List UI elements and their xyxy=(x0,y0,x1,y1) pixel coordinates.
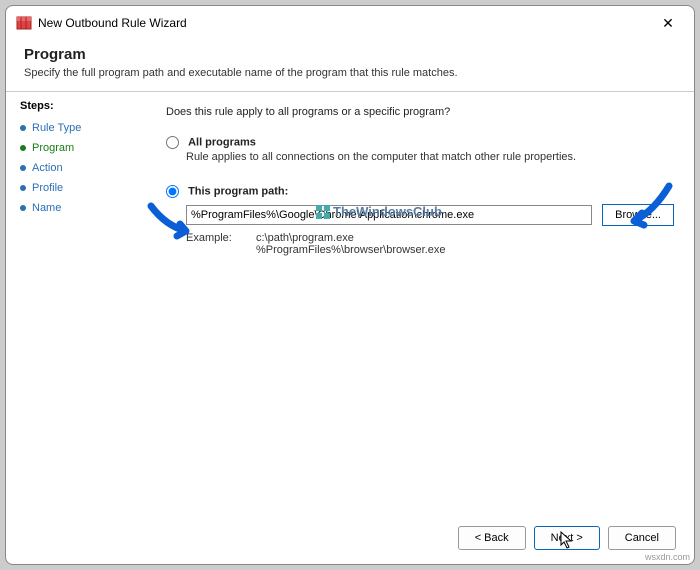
option-all-programs[interactable]: All programs xyxy=(166,136,674,149)
steps-list: Rule Type Program Action Profile Name xyxy=(20,118,142,218)
wizard-window: New Outbound Rule Wizard ✕ Program Speci… xyxy=(5,5,695,565)
example-values: c:\path\program.exe %ProgramFiles%\brows… xyxy=(256,232,446,256)
titlebar: New Outbound Rule Wizard ✕ xyxy=(6,6,694,40)
step-name[interactable]: Name xyxy=(20,198,142,218)
annotation-arrow-right xyxy=(614,181,674,236)
back-button[interactable]: < Back xyxy=(458,526,526,550)
steps-heading: Steps: xyxy=(20,100,142,112)
page-title: Program xyxy=(24,46,676,63)
body: Steps: Rule Type Program Action Profile … xyxy=(6,92,694,516)
question-text: Does this rule apply to all programs or … xyxy=(166,106,674,118)
steps-panel: Steps: Rule Type Program Action Profile … xyxy=(6,92,156,516)
option-this-program[interactable]: This program path: xyxy=(166,185,674,198)
options-group: All programs Rule applies to all connect… xyxy=(166,136,674,256)
content-panel: Does this rule apply to all programs or … xyxy=(156,92,694,516)
annotation-arrow-left xyxy=(146,196,206,251)
step-program[interactable]: Program xyxy=(20,138,142,158)
footer: < Back Next > Cancel xyxy=(6,516,694,564)
step-profile[interactable]: Profile xyxy=(20,178,142,198)
close-icon[interactable]: ✕ xyxy=(652,15,684,32)
watermark-corner: wsxdn.com xyxy=(645,552,690,562)
firewall-icon xyxy=(16,15,32,31)
label-all-programs: All programs xyxy=(188,136,256,148)
twc-logo-icon xyxy=(316,205,330,219)
example-block: Example: c:\path\program.exe %ProgramFil… xyxy=(186,232,674,256)
step-action[interactable]: Action xyxy=(20,158,142,178)
step-rule-type[interactable]: Rule Type xyxy=(20,118,142,138)
header: Program Specify the full program path an… xyxy=(6,40,694,83)
watermark-thewindowsclub: TheWindowsClub xyxy=(316,204,442,219)
cursor-icon xyxy=(560,531,574,552)
window-title: New Outbound Rule Wizard xyxy=(38,16,652,30)
desc-all-programs: Rule applies to all connections on the c… xyxy=(186,151,674,163)
page-subtitle: Specify the full program path and execut… xyxy=(24,67,676,79)
cancel-button[interactable]: Cancel xyxy=(608,526,676,550)
radio-all-programs[interactable] xyxy=(166,136,179,149)
